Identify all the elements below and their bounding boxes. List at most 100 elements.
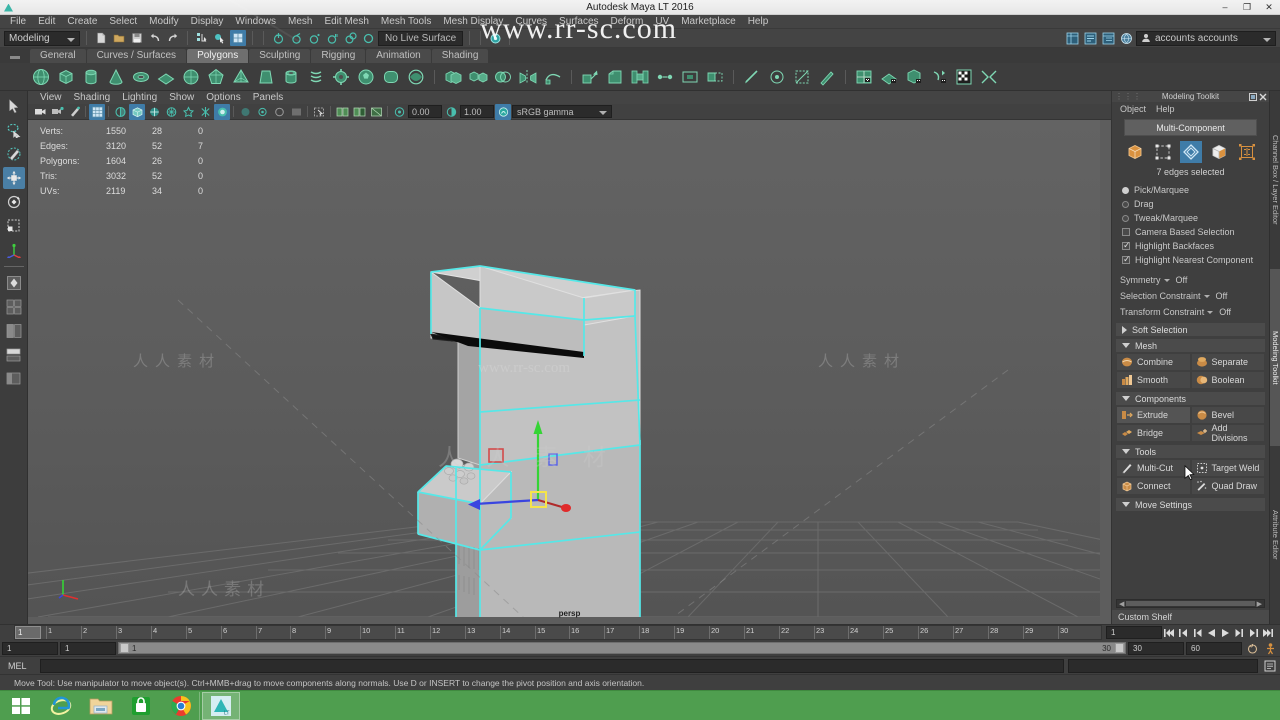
select-by-hierarchy-icon[interactable] <box>194 30 210 46</box>
mirror-icon[interactable] <box>517 66 539 88</box>
menu-mesh-tools[interactable]: Mesh Tools <box>375 15 437 29</box>
grid-icon[interactable] <box>89 103 105 120</box>
checkbox-camera-based-selection[interactable]: Camera Based Selection <box>1112 225 1269 239</box>
step-back-frame-icon[interactable] <box>1177 626 1190 639</box>
selection-constraint-option[interactable]: Selection Constraint Off <box>1112 288 1269 304</box>
use-all-lights-icon[interactable] <box>163 104 179 120</box>
xray-joints-icon[interactable] <box>254 104 270 120</box>
menu-create[interactable]: Create <box>61 15 103 29</box>
smooth-icon[interactable] <box>542 66 564 88</box>
checkbox-highlight-nearest-component[interactable]: Highlight Nearest Component <box>1112 253 1269 267</box>
last-tool[interactable] <box>3 239 25 261</box>
command-input-field[interactable] <box>40 658 1064 673</box>
shelf-tab-polygons[interactable]: Polygons <box>187 49 249 63</box>
internet-explorer-button[interactable] <box>42 692 80 720</box>
components-section-header[interactable]: Components <box>1116 392 1265 405</box>
tab-attribute-editor[interactable]: Attribute Editor <box>1270 446 1280 625</box>
menu-set-selector[interactable]: Modeling <box>4 30 80 46</box>
symmetry-option[interactable]: Symmetry Off <box>1112 272 1269 288</box>
menu-windows[interactable]: Windows <box>229 15 282 29</box>
scroll-thumb[interactable] <box>1126 601 1255 606</box>
menu-uv[interactable]: UV <box>649 15 675 29</box>
vp-menu-view[interactable]: View <box>34 91 68 104</box>
bevel-button[interactable]: Bevel <box>1190 406 1265 424</box>
bookmark-icon[interactable] <box>66 104 82 120</box>
poly-pyramid-icon[interactable] <box>230 66 252 88</box>
move-settings-header[interactable]: Move Settings <box>1116 498 1265 511</box>
current-frame-field[interactable]: 1 <box>1106 626 1162 639</box>
mt-menu-object[interactable]: Object <box>1120 104 1146 114</box>
transfer-attributes-icon[interactable] <box>978 66 1000 88</box>
animation-preferences-icon[interactable] <box>1244 641 1260 655</box>
menu-file[interactable]: File <box>4 15 32 29</box>
vp-menu-show[interactable]: Show <box>163 91 200 104</box>
unfold-icon[interactable] <box>953 66 975 88</box>
file-explorer-button[interactable] <box>82 692 120 720</box>
range-slider-left-handle[interactable] <box>120 643 129 653</box>
four-pane-layout[interactable] <box>3 296 25 318</box>
soft-selection-header[interactable]: Soft Selection <box>1116 323 1265 336</box>
range-start-field[interactable]: 1 <box>2 641 58 655</box>
select-mode-drag[interactable]: Drag <box>1112 197 1269 211</box>
panel-layout-2-icon[interactable] <box>351 104 367 120</box>
persp-outliner-layout[interactable] <box>3 344 25 366</box>
poly-sphere-icon[interactable] <box>30 66 52 88</box>
poly-cylinder-icon[interactable] <box>80 66 102 88</box>
multi-component-mode-button[interactable]: Multi-Component <box>1124 119 1257 136</box>
lasso-select-tool[interactable] <box>3 119 25 141</box>
step-back-key-icon[interactable] <box>1191 626 1204 639</box>
menu-edit-mesh[interactable]: Edit Mesh <box>318 15 374 29</box>
select-tool[interactable] <box>3 95 25 117</box>
panel-layout-1-icon[interactable] <box>334 104 350 120</box>
menu-display[interactable]: Display <box>185 15 230 29</box>
menu-marketplace[interactable]: Marketplace <box>675 15 741 29</box>
shelf-tab-curves-surfaces[interactable]: Curves / Surfaces <box>86 49 187 63</box>
bridge-button[interactable]: Bridge <box>1116 424 1191 442</box>
shelf-tab-rigging[interactable]: Rigging <box>311 49 366 63</box>
poly-plane-icon[interactable] <box>155 66 177 88</box>
boolean-icon[interactable] <box>492 66 514 88</box>
vertex-mode-icon[interactable] <box>1152 141 1174 163</box>
snap-to-projected-center-icon[interactable] <box>324 30 340 46</box>
exposure-icon[interactable] <box>391 104 407 120</box>
range-end-field[interactable]: 60 <box>1186 641 1242 655</box>
toggle-tool-settings-icon[interactable] <box>1100 30 1116 46</box>
color-space-dropdown[interactable]: sRGB gamma <box>512 105 612 118</box>
connect-button[interactable]: Connect <box>1116 477 1191 495</box>
poly-cube-icon[interactable] <box>55 66 77 88</box>
menu-mesh[interactable]: Mesh <box>282 15 318 29</box>
isolate-select-icon[interactable] <box>311 104 327 120</box>
extrude-button[interactable]: Extrude <box>1116 406 1191 424</box>
time-slider-handle[interactable] <box>0 625 14 640</box>
modeling-toolkit-hscrollbar[interactable]: ◀ ▶ <box>1116 599 1265 608</box>
quad-draw-button[interactable]: Quad Draw <box>1190 477 1265 495</box>
snap-to-grid-icon[interactable] <box>270 30 286 46</box>
boolean-button[interactable]: Boolean <box>1190 371 1265 389</box>
go-to-start-icon[interactable] <box>1163 626 1176 639</box>
windows-store-button[interactable] <box>122 692 160 720</box>
user-account-dropdown[interactable]: accounts accounts <box>1136 30 1276 46</box>
autodesk-account-icon[interactable] <box>1118 30 1134 46</box>
poly-gear-icon[interactable] <box>330 66 352 88</box>
edge-mode-icon[interactable] <box>1179 141 1202 163</box>
poly-super-ellipse-icon[interactable] <box>380 66 402 88</box>
poly-cone-icon[interactable] <box>105 66 127 88</box>
undo-icon[interactable] <box>147 30 163 46</box>
separate-icon[interactable] <box>467 66 489 88</box>
single-pane-layout[interactable] <box>3 272 25 294</box>
separate-button[interactable]: Separate <box>1190 353 1265 371</box>
go-to-end-icon[interactable] <box>1261 626 1274 639</box>
select-mode-pick-marquee[interactable]: Pick/Marquee <box>1112 183 1269 197</box>
vp-blank-icon[interactable] <box>288 104 304 120</box>
poly-helix-icon[interactable] <box>305 66 327 88</box>
paint-select-tool[interactable] <box>3 143 25 165</box>
poly-spherical-harmonics-icon[interactable] <box>405 66 427 88</box>
add-divisions-button[interactable]: Add Divisions <box>1190 423 1265 443</box>
start-button[interactable] <box>2 692 40 720</box>
move-tool[interactable] <box>2 167 25 189</box>
menu-deform[interactable]: Deform <box>605 15 650 29</box>
scroll-right-arrow-icon[interactable]: ▶ <box>1257 600 1262 608</box>
panel-drag-dots[interactable]: ⋮⋮⋮ <box>1115 92 1142 101</box>
screen-space-ao-icon[interactable] <box>197 104 213 120</box>
poly-torus-icon[interactable] <box>130 66 152 88</box>
